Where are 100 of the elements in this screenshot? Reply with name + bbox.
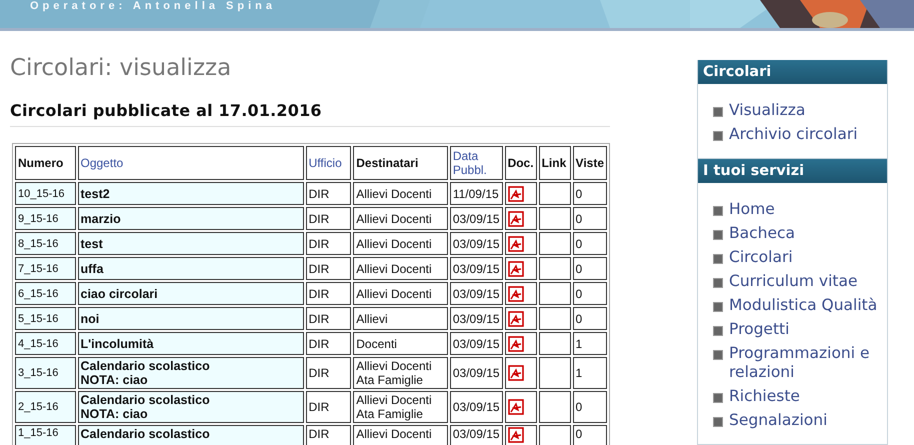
- circular-subject[interactable]: test2: [78, 182, 304, 205]
- menu-link[interactable]: Richieste: [729, 387, 800, 411]
- table-cell: 03/09/15: [450, 357, 503, 389]
- bullet-icon: [713, 302, 723, 312]
- table-cell: Allievi Docenti: [353, 257, 448, 280]
- table-cell: DIR: [306, 282, 352, 305]
- table-cell: Allievi Docenti: [353, 282, 448, 305]
- sort-link[interactable]: Ufficio: [306, 146, 352, 180]
- table-cell: 0: [572, 391, 607, 423]
- table-cell: 9_15-16: [15, 207, 76, 230]
- column-header: Destinatari: [353, 146, 448, 180]
- pdf-icon[interactable]: [508, 210, 524, 226]
- menu-link[interactable]: Programmazioni e relazioni: [729, 344, 887, 387]
- pdf-icon[interactable]: [508, 427, 524, 443]
- table-cell: 03/09/15: [450, 232, 503, 255]
- menu-link[interactable]: Segnalazioni: [729, 411, 828, 435]
- table-cell: 11/09/15: [450, 182, 503, 205]
- pdf-icon[interactable]: [508, 236, 524, 252]
- table-cell: 2_15-16: [15, 391, 76, 423]
- table-cell: Allievi Docenti Ata Famiglie: [353, 391, 448, 423]
- table-cell: 0: [572, 257, 607, 280]
- column-header: Viste: [572, 146, 607, 180]
- bullet-icon: [713, 278, 723, 288]
- pdf-icon[interactable]: [508, 399, 524, 415]
- panel-header: Circolari: [698, 60, 887, 84]
- table-cell: Allievi Docenti Ata Famiglie: [353, 357, 448, 389]
- table-cell: Allievi Docenti: [353, 182, 448, 205]
- bullet-icon: [713, 254, 723, 264]
- table-cell: 03/09/15: [450, 307, 503, 330]
- circular-subject[interactable]: marzio: [78, 207, 304, 230]
- table-cell: Allievi Docenti: [353, 425, 448, 445]
- pdf-icon[interactable]: [508, 365, 524, 381]
- table-cell: 8_15-16: [15, 232, 76, 255]
- table-cell: Allievi Docenti: [353, 232, 448, 255]
- bullet-icon: [713, 417, 723, 427]
- bullet-icon: [713, 326, 723, 336]
- menu-link[interactable]: Visualizza: [729, 101, 806, 125]
- page-title: Circolari: visualizza: [10, 55, 232, 81]
- table-cell: Docenti: [353, 332, 448, 355]
- panel-header: I tuoi servizi: [698, 159, 887, 183]
- menu-link[interactable]: Curriculum vitae: [729, 272, 858, 296]
- table-cell: Allievi: [353, 307, 448, 330]
- column-header: Numero: [15, 146, 76, 180]
- bullet-icon: [713, 230, 723, 240]
- table-cell: 1: [572, 332, 607, 355]
- circular-subject[interactable]: uffa: [78, 257, 304, 280]
- circular-subject[interactable]: Calendario scolastico: [78, 425, 304, 445]
- circular-subject[interactable]: ciao circolari: [78, 282, 304, 305]
- table-cell: Allievi Docenti: [353, 207, 448, 230]
- table-cell: 1_15-16: [15, 425, 76, 445]
- table-cell: DIR: [306, 307, 352, 330]
- menu-link[interactable]: Archivio circolari: [729, 125, 858, 149]
- menu-link[interactable]: Progetti: [729, 320, 790, 344]
- table-cell: 03/09/15: [450, 282, 503, 305]
- operator-name: Operatore: Antonella Spina: [30, 0, 276, 12]
- circular-subject[interactable]: Calendario scolastico NOTA: ciao: [78, 391, 304, 423]
- bullet-icon: [713, 107, 723, 117]
- table-cell: 03/09/15: [450, 257, 503, 280]
- pdf-icon[interactable]: [508, 310, 524, 326]
- table-cell: 03/09/15: [450, 391, 503, 423]
- table-cell: DIR: [306, 257, 352, 280]
- table-cell: 0: [572, 232, 607, 255]
- table-cell: 03/09/15: [450, 207, 503, 230]
- table-cell: DIR: [306, 207, 352, 230]
- table-cell: 0: [572, 207, 607, 230]
- circular-subject[interactable]: test: [78, 232, 304, 255]
- table-cell: 0: [572, 182, 607, 205]
- table-cell: DIR: [306, 357, 352, 389]
- sort-link[interactable]: Data Pubbl.: [450, 146, 503, 180]
- table-cell: 03/09/15: [450, 425, 503, 445]
- pdf-icon[interactable]: [508, 186, 524, 202]
- table-cell: DIR: [306, 391, 352, 423]
- pdf-icon[interactable]: [508, 336, 524, 352]
- table-cell: 10_15-16: [15, 182, 76, 205]
- sort-link[interactable]: Oggetto: [78, 146, 304, 180]
- menu-link[interactable]: Bacheca: [729, 224, 796, 248]
- bullet-icon: [713, 393, 723, 403]
- table-cell: 0: [572, 282, 607, 305]
- circular-subject[interactable]: Calendario scolastico NOTA: ciao: [78, 357, 304, 389]
- circular-subject[interactable]: L'incolumità: [78, 332, 304, 355]
- menu-link[interactable]: Modulistica Qualità: [729, 296, 878, 320]
- menu-link[interactable]: Home: [729, 200, 775, 224]
- table-cell: 5_15-16: [15, 307, 76, 330]
- table-cell: DIR: [306, 332, 352, 355]
- pdf-icon[interactable]: [508, 260, 524, 276]
- menu-link[interactable]: Circolari: [729, 248, 793, 272]
- table-cell: DIR: [306, 232, 352, 255]
- circular-subject[interactable]: noi: [78, 307, 304, 330]
- table-cell: 7_15-16: [15, 257, 76, 280]
- bullet-icon: [713, 350, 723, 360]
- column-header: Doc.: [504, 146, 537, 180]
- table-cell: 0: [572, 307, 607, 330]
- table-cell: 6_15-16: [15, 282, 76, 305]
- bullet-icon: [713, 131, 723, 141]
- table-cell: DIR: [306, 425, 352, 445]
- table-cell: 4_15-16: [15, 332, 76, 355]
- pdf-icon[interactable]: [508, 286, 524, 302]
- table-cell: DIR: [306, 182, 352, 205]
- table-cell: 1: [572, 357, 607, 389]
- bullet-icon: [713, 206, 723, 216]
